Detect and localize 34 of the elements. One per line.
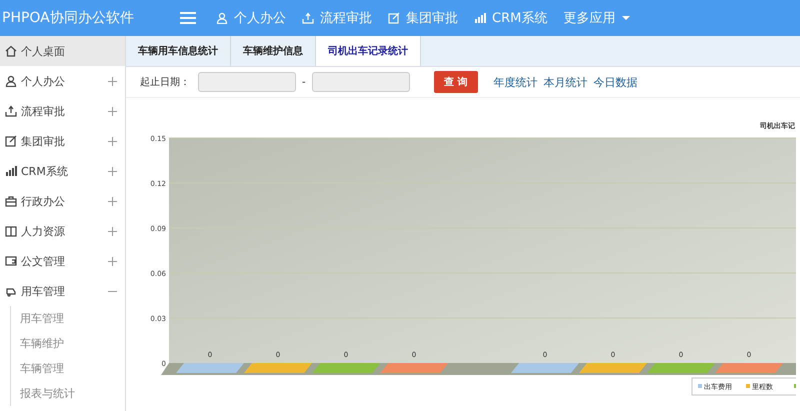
- separator: -: [302, 76, 306, 88]
- plus-icon: [108, 136, 117, 146]
- brand-name: PHPOA协同办公软件: [1, 9, 135, 27]
- submenu-item[interactable]: 车辆维护: [11, 331, 125, 356]
- plus-icon: [108, 76, 117, 86]
- stats-link[interactable]: 今日数据: [594, 74, 638, 90]
- book-icon: [5, 225, 17, 237]
- briefcase-icon: [5, 195, 17, 207]
- submenu-item[interactable]: 用车管理: [11, 306, 125, 331]
- submenu-item[interactable]: 车辆管理: [11, 356, 125, 381]
- caret-icon: [621, 15, 632, 21]
- bar-chart-icon: [474, 12, 486, 24]
- plus-icon: [108, 196, 117, 206]
- plus-icon: [108, 166, 117, 176]
- user-icon: [216, 12, 228, 24]
- document-icon: [5, 255, 17, 267]
- field-label: 起止日期：: [140, 76, 190, 89]
- stats-link[interactable]: 年度统计: [494, 74, 538, 90]
- plus-icon: [108, 106, 117, 116]
- plus-icon: [108, 226, 117, 236]
- start-date-field[interactable]: [198, 72, 296, 92]
- edit-icon: [388, 12, 400, 24]
- stats-link[interactable]: 本月统计: [544, 74, 588, 90]
- user-icon: [5, 75, 17, 87]
- bar-chart-icon: [5, 165, 17, 177]
- end-date-field[interactable]: [312, 72, 410, 92]
- menu-icon[interactable]: [180, 12, 196, 24]
- sidebar-item[interactable]: 个人桌面: [0, 36, 125, 66]
- home-icon: [5, 45, 17, 57]
- plus-icon: [108, 256, 117, 266]
- tab[interactable]: 司机出车记录统计: [316, 36, 421, 66]
- search-button[interactable]: 查 询: [434, 71, 478, 93]
- edit-icon: [5, 135, 17, 147]
- submenu-item[interactable]: 报表与统计: [11, 381, 125, 406]
